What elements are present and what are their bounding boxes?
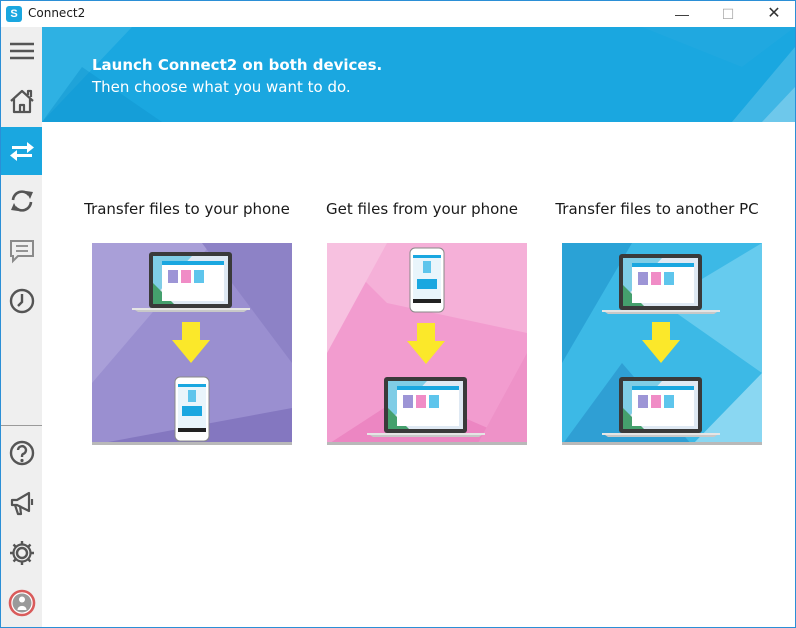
option-transfer-to-phone[interactable]: Transfer files to your phone — [82, 197, 292, 445]
title-bar[interactable]: S Connect2 — ☐ ✕ — [1, 1, 795, 27]
phone-to-pc-illustration — [327, 243, 527, 442]
banner-background — [42, 27, 795, 122]
history-icon — [9, 288, 34, 314]
sidebar-item-settings[interactable] — [1, 529, 42, 577]
option-illustration[interactable] — [92, 243, 292, 445]
sidebar-item-history[interactable] — [1, 277, 42, 325]
window-title: Connect2 — [28, 6, 86, 20]
sidebar-item-help[interactable] — [1, 429, 42, 477]
option-title: Transfer files to another PC — [555, 200, 759, 218]
banner-title: Launch Connect2 on both devices. — [92, 56, 383, 74]
settings-icon — [9, 541, 34, 565]
option-title: Get files from your phone — [325, 200, 519, 218]
option-illustration[interactable] — [327, 243, 527, 445]
sidebar-item-messages[interactable] — [1, 227, 42, 275]
message-icon — [9, 240, 34, 264]
option-transfer-to-pc[interactable]: Transfer files to another PC — [552, 197, 762, 445]
sidebar-item-sync[interactable] — [1, 177, 42, 225]
transfer-icon — [9, 142, 34, 161]
sidebar-item-account[interactable] — [1, 579, 42, 627]
minimize-button[interactable]: — — [659, 1, 705, 27]
home-icon — [9, 89, 34, 114]
close-button[interactable]: ✕ — [751, 1, 796, 27]
banner-subtitle: Then choose what you want to do. — [92, 78, 351, 96]
pc-to-phone-illustration — [92, 243, 292, 442]
sidebar-divider — [1, 425, 42, 426]
sync-icon — [10, 190, 33, 212]
maximize-button[interactable]: ☐ — [705, 1, 751, 27]
pc-to-pc-illustration — [562, 243, 762, 442]
option-get-from-phone[interactable]: Get files from your phone — [317, 197, 527, 445]
sidebar-menu-button[interactable] — [1, 27, 42, 75]
sidebar — [1, 27, 42, 627]
sidebar-item-announcements[interactable] — [1, 479, 42, 527]
megaphone-icon — [10, 491, 33, 516]
app-window: S Connect2 — ☐ ✕ Launch Connect2 on both… — [0, 0, 796, 628]
account-icon — [8, 589, 35, 617]
option-illustration[interactable] — [562, 243, 762, 445]
help-icon — [9, 440, 34, 466]
sidebar-item-transfer[interactable] — [1, 127, 42, 175]
instruction-banner: Launch Connect2 on both devices. Then ch… — [42, 27, 795, 122]
sidebar-item-home[interactable] — [1, 77, 42, 125]
menu-icon — [9, 42, 34, 60]
app-icon: S — [6, 6, 22, 22]
option-title: Transfer files to your phone — [84, 200, 290, 218]
